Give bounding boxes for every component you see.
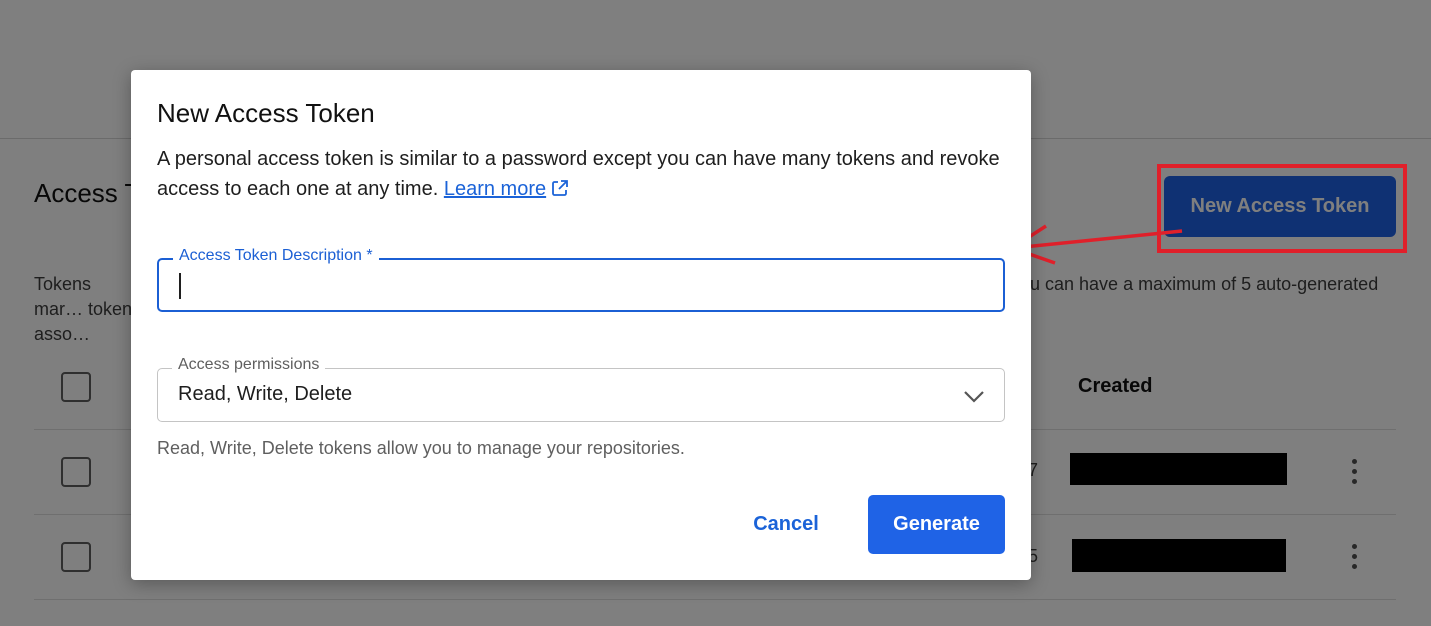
access-token-description-input[interactable]: [177, 270, 957, 300]
dialog-title: New Access Token: [157, 98, 375, 128]
annotation-highlight-box: [1157, 164, 1407, 253]
permissions-helper-text: Read, Write, Delete tokens allow you to …: [157, 438, 685, 458]
new-access-token-dialog: New Access Token A personal access token…: [131, 70, 1031, 580]
access-token-description-field[interactable]: Access Token Description *: [157, 247, 1005, 312]
access-permissions-value: Read, Write, Delete: [178, 383, 353, 405]
access-token-description-label: Access Token Description *: [173, 247, 379, 265]
dialog-description: A personal access token is similar to a …: [157, 144, 1007, 204]
learn-more-label: Learn more: [443, 178, 547, 200]
generate-button[interactable]: Generate: [868, 495, 1005, 554]
dialog-description-text: A personal access token is similar to a …: [157, 148, 1000, 200]
external-link-icon: [552, 180, 569, 196]
text-caret: [179, 273, 181, 299]
access-permissions-label: Access permissions: [172, 356, 326, 374]
access-permissions-select[interactable]: Access permissions Read, Write, Delete: [157, 356, 1005, 422]
cancel-button[interactable]: Cancel: [729, 496, 843, 552]
chevron-down-icon: [964, 391, 984, 403]
learn-more-link[interactable]: Learn more: [444, 178, 570, 200]
